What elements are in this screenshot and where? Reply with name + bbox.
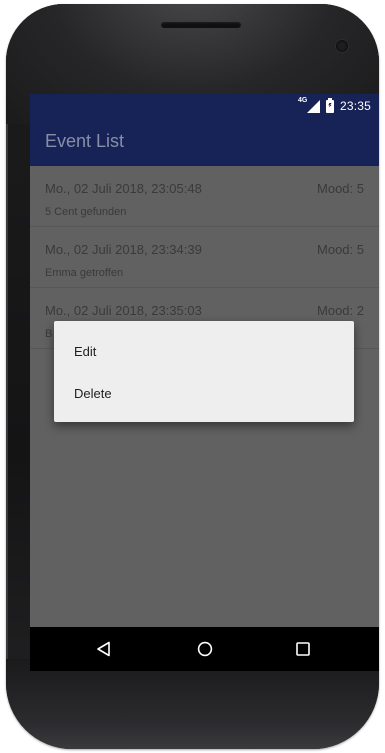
event-mood: Mood: 2 — [317, 303, 364, 318]
app-title: Event List — [45, 131, 125, 151]
event-note: 5 Cent gefunden — [45, 206, 127, 218]
status-icons: 4G 23:35 — [297, 97, 371, 114]
event-date: Mo., 02 Juli 2018, 23:34:39 — [45, 242, 202, 257]
front-camera — [336, 40, 348, 52]
delete-menu-label: Delete — [74, 386, 112, 401]
event-note: Emma getroffen — [45, 267, 124, 279]
phone-frame: 4G 23:35 Event List Mo., 02 Juli 2018, 2… — [6, 4, 379, 749]
event-list-item[interactable]: Mo., 02 Juli 2018, 23:34:39 Mood: 5 Emma… — [30, 227, 379, 288]
app-bar: Event List — [30, 118, 379, 166]
earpiece-speaker — [161, 22, 241, 28]
event-list-item[interactable]: Mo., 02 Juli 2018, 23:05:48 Mood: 5 5 Ce… — [30, 166, 379, 227]
edit-menu-item[interactable]: Edit — [54, 330, 354, 372]
phone-bottom-bezel — [6, 659, 379, 749]
status-bar: 4G 23:35 — [30, 94, 379, 118]
status-clock: 23:35 — [339, 99, 371, 113]
recents-square-icon — [296, 642, 310, 656]
nav-back-button[interactable] — [74, 627, 134, 671]
event-mood: Mood: 5 — [317, 242, 364, 257]
event-date: Mo., 02 Juli 2018, 23:35:03 — [45, 303, 202, 318]
navigation-bar — [30, 627, 379, 671]
event-note: B — [45, 328, 53, 340]
back-triangle-icon — [97, 641, 110, 657]
nav-recents-button[interactable] — [273, 627, 333, 671]
event-mood: Mood: 5 — [317, 181, 364, 196]
network-type-label: 4G — [297, 97, 308, 104]
delete-menu-item[interactable]: Delete — [54, 372, 354, 414]
context-menu: Edit Delete — [54, 321, 354, 422]
cell-signal-icon: 4G — [297, 97, 320, 113]
home-circle-icon — [197, 641, 213, 657]
nav-home-button[interactable] — [175, 627, 235, 671]
edit-menu-label: Edit — [74, 344, 97, 359]
device-screen: 4G 23:35 Event List Mo., 02 Juli 2018, 2… — [30, 94, 379, 671]
event-date: Mo., 02 Juli 2018, 23:05:48 — [45, 181, 202, 196]
battery-charging-icon — [325, 97, 334, 113]
